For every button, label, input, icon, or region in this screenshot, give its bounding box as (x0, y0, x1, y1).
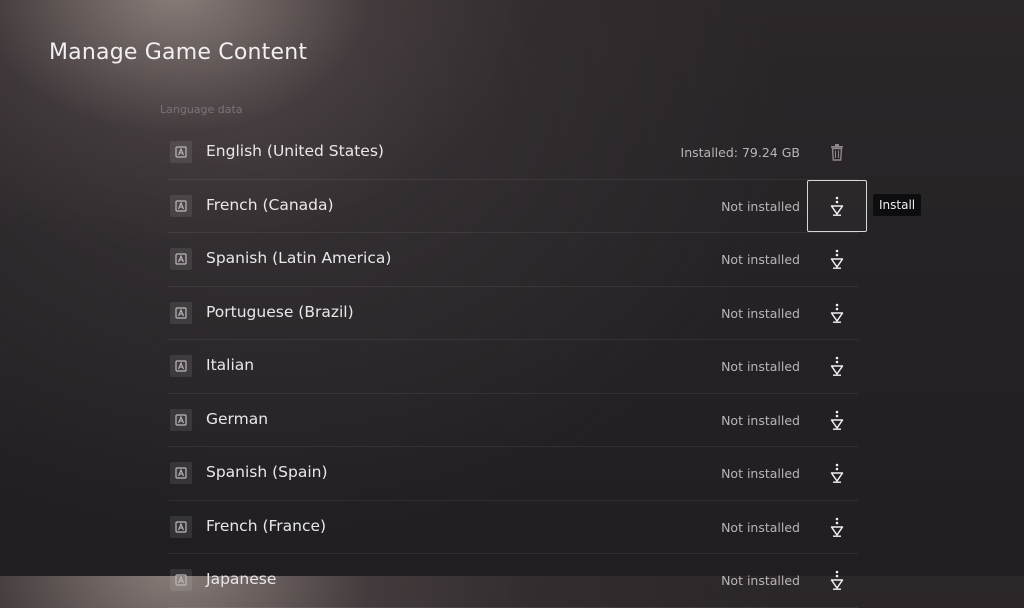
language-row[interactable]: German Not installed (168, 394, 858, 447)
language-name: French (Canada) (206, 195, 334, 214)
download-icon (829, 303, 845, 323)
language-row[interactable]: French (France) Not installed (168, 501, 858, 554)
download-icon (829, 196, 845, 216)
download-icon (829, 517, 845, 537)
download-icon (829, 356, 845, 376)
language-row[interactable]: Italian Not installed (168, 340, 858, 394)
language-icon (170, 301, 192, 324)
language-list: English (United States) Installed: 79.24 … (168, 126, 867, 608)
install-status: Not installed (721, 198, 800, 214)
install-button[interactable] (807, 233, 867, 285)
language-row[interactable]: French (Canada) Not installed (168, 179, 867, 233)
install-button[interactable] (807, 447, 867, 499)
language-row[interactable]: Spanish (Latin America) Not installed (168, 233, 858, 287)
download-icon (829, 570, 845, 590)
language-name: English (United States) (206, 142, 384, 160)
delete-button[interactable] (807, 126, 867, 178)
install-status: Not installed (721, 359, 800, 374)
install-status: Not installed (721, 519, 800, 535)
language-icon (170, 248, 192, 270)
trash-icon (829, 142, 845, 162)
install-button[interactable] (807, 394, 867, 446)
install-status: Not installed (721, 412, 800, 428)
language-name: Spanish (Latin America) (206, 249, 392, 267)
language-name: German (206, 409, 269, 428)
page-title: Manage Game Content (49, 40, 308, 65)
language-icon (170, 355, 192, 377)
language-icon (170, 194, 192, 217)
download-icon (829, 463, 845, 483)
install-status: Not installed (721, 305, 800, 321)
language-icon (170, 462, 192, 484)
language-name: Japanese (206, 570, 277, 588)
language-icon (170, 408, 192, 431)
install-button[interactable] (807, 554, 867, 606)
language-name: Portuguese (Brazil) (206, 302, 354, 321)
language-icon (170, 569, 192, 591)
language-icon (170, 141, 192, 163)
install-status: Not installed (721, 573, 800, 588)
language-name: Italian (206, 356, 255, 374)
language-icon (170, 515, 192, 538)
language-row[interactable]: Spanish (Spain) Not installed (168, 447, 858, 501)
install-button[interactable] (807, 179, 867, 232)
install-status: Not installed (721, 466, 800, 481)
install-button[interactable] (807, 340, 867, 392)
language-name: Spanish (Spain) (206, 463, 328, 481)
download-icon (829, 249, 845, 269)
install-tooltip: Install (873, 194, 922, 216)
install-status: Installed: 79.24 GB (680, 145, 800, 160)
language-row[interactable]: Portuguese (Brazil) Not installed (168, 287, 858, 340)
section-label: Language data (160, 103, 243, 116)
install-button[interactable] (807, 501, 867, 553)
language-name: French (France) (206, 516, 327, 535)
download-icon (829, 410, 845, 430)
language-row[interactable]: English (United States) Installed: 79.24 … (168, 126, 858, 180)
install-status: Not installed (721, 252, 800, 267)
language-row[interactable]: Japanese Not installed (168, 554, 858, 608)
install-button[interactable] (807, 287, 867, 339)
